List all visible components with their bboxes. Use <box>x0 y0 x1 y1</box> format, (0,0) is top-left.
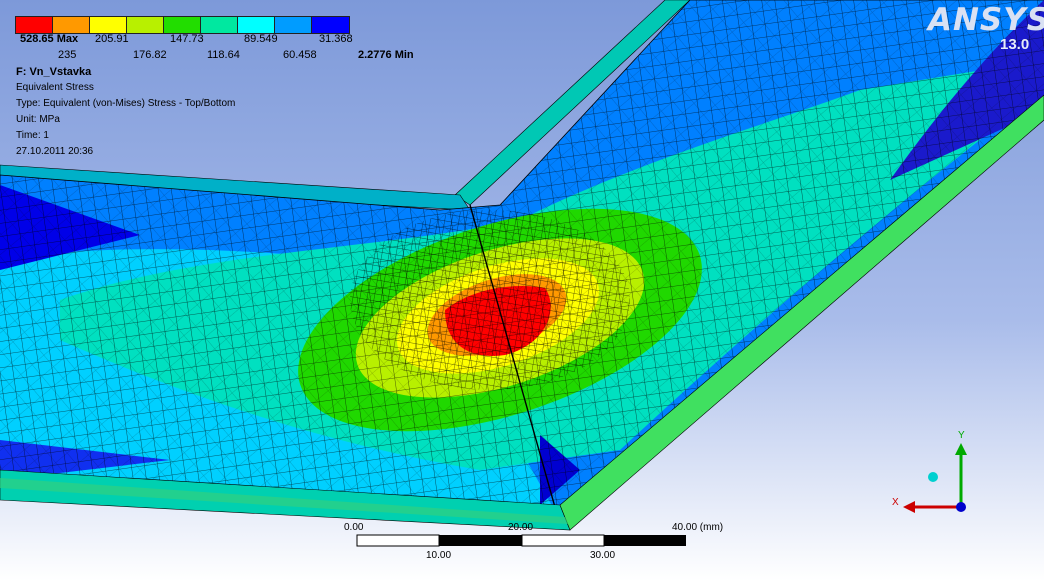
legend-min-value: 2.2776 Min <box>358 49 414 61</box>
ansys-version: 13.0 <box>1000 36 1030 53</box>
legend-value: 176.82 <box>133 49 167 61</box>
legend-value: 31.368 <box>319 33 353 45</box>
legend-swatch <box>312 17 349 33</box>
legend-swatch <box>90 17 127 33</box>
result-title: Equivalent Stress <box>16 82 94 93</box>
scale-label: 10.00 <box>426 550 452 561</box>
axis-triad[interactable] <box>885 425 985 525</box>
legend-swatch <box>16 17 53 33</box>
ansys-logo: ANSYS <box>928 2 1044 38</box>
legend-value: 147.73 <box>170 33 204 45</box>
result-unit: Unit: MPa <box>16 114 60 125</box>
legend-max-value: 528.65 Max <box>20 33 79 45</box>
scale-label: 0.00 <box>344 522 364 533</box>
graphics-viewport[interactable]: 528.65 Max 205.91 147.73 89.549 31.368 2… <box>0 0 1044 581</box>
legend-value: 89.549 <box>244 33 278 45</box>
legend-value: 205.91 <box>95 33 129 45</box>
legend-swatch <box>127 17 164 33</box>
legend-swatch <box>53 17 90 33</box>
scale-ruler <box>356 534 686 547</box>
result-time: Time: 1 <box>16 130 49 141</box>
legend-value: 118.64 <box>207 49 240 61</box>
result-type: Type: Equivalent (von-Mises) Stress - To… <box>16 98 236 109</box>
scale-label: 40.00 (mm) <box>672 522 724 533</box>
legend-swatch <box>275 17 312 33</box>
triad-x-label: X <box>892 497 899 508</box>
legend-swatch <box>238 17 275 33</box>
legend-value: 60.458 <box>283 49 317 61</box>
stress-legend-colorbar <box>15 16 350 34</box>
result-object-name: F: Vn_Vstavka <box>16 66 92 78</box>
scale-label: 20.00 <box>508 522 534 533</box>
result-date: 27.10.2011 20:36 <box>16 146 94 157</box>
legend-value: 235 <box>58 49 77 61</box>
legend-swatch <box>164 17 201 33</box>
legend-swatch <box>201 17 238 33</box>
scale-label: 30.00 <box>590 550 616 561</box>
triad-y-label: Y <box>958 430 965 441</box>
